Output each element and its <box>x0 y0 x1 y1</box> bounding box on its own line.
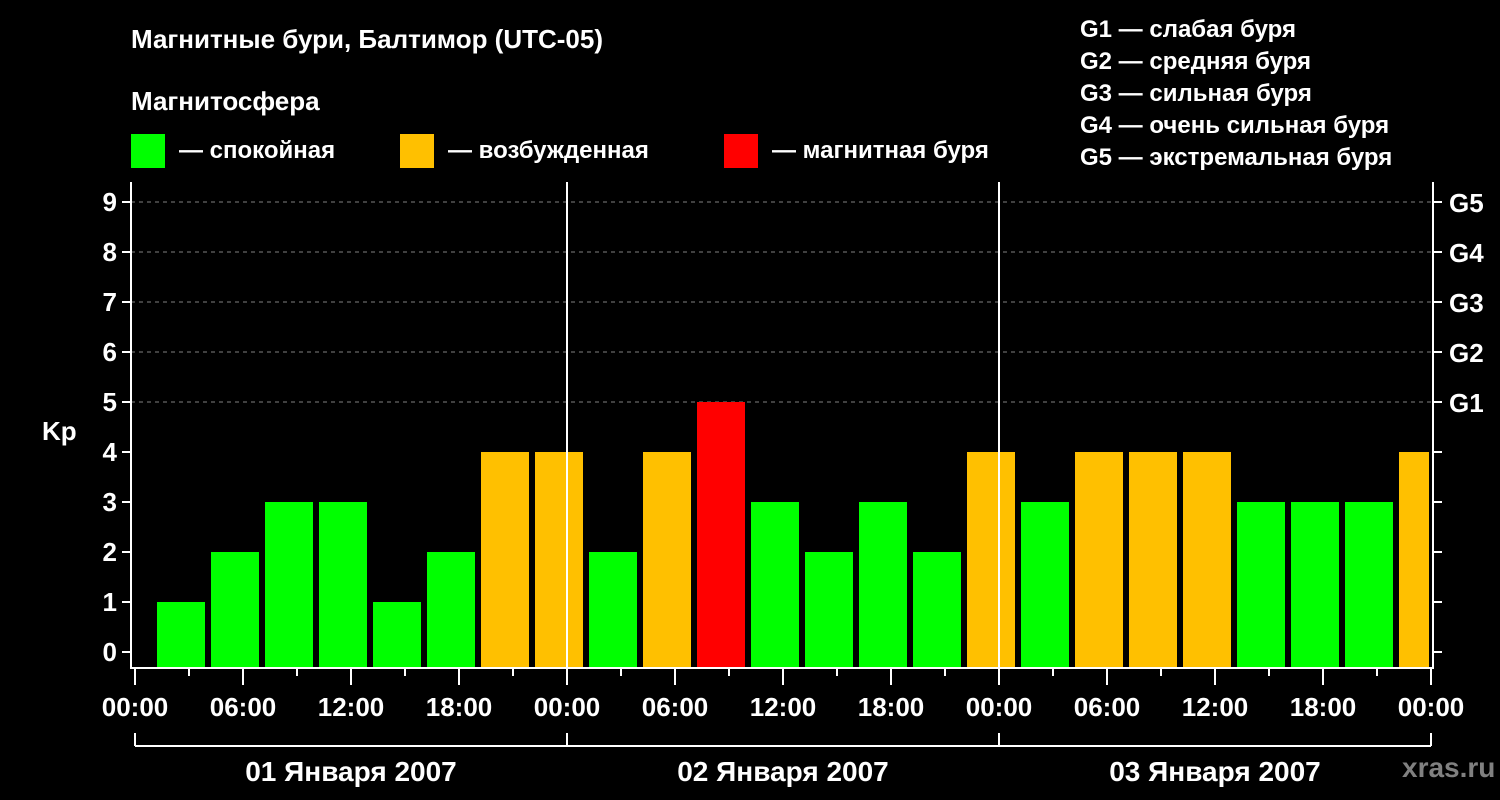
kp-bar <box>1291 502 1339 667</box>
y-tick-label: 5 <box>103 387 117 417</box>
x-tick-label: 00:00 <box>102 692 169 722</box>
kp-bar <box>1129 452 1177 667</box>
y-tick-label: 2 <box>103 537 117 567</box>
y-tick-label: 7 <box>103 287 117 317</box>
x-tick-label: 00:00 <box>1398 692 1465 722</box>
watermark: xras.ru <box>1402 752 1496 783</box>
kp-bar <box>373 602 421 667</box>
g-level-label: G2 <box>1449 338 1484 368</box>
kp-bar <box>427 552 475 667</box>
kp-bar <box>589 552 637 667</box>
g-level-label: G3 <box>1449 288 1484 318</box>
y-tick-label: 9 <box>103 187 117 217</box>
kp-chart: 0 1 2 3 4 5 6 7 8 9 G1 G2 G3 G4 G5 Kp 00:00 06:00 12:00 18:… <box>42 182 1484 787</box>
g-level-label: G4 <box>1449 238 1484 268</box>
kp-bar <box>967 452 1015 667</box>
kp-bar <box>1237 502 1285 667</box>
y-tick-label: 6 <box>103 337 117 367</box>
x-tick-label: 06:00 <box>642 692 709 722</box>
kp-bar <box>1075 452 1123 667</box>
kp-bar <box>1021 502 1069 667</box>
x-tick-label: 00:00 <box>534 692 601 722</box>
kp-bar <box>751 502 799 667</box>
day-label: 02 Января 2007 <box>677 756 889 787</box>
kp-bar <box>913 552 961 667</box>
x-tick-label: 12:00 <box>318 692 385 722</box>
x-tick-label: 06:00 <box>1074 692 1141 722</box>
x-tick-label: 18:00 <box>1290 692 1357 722</box>
x-tick-label: 12:00 <box>750 692 817 722</box>
kp-bar <box>1183 452 1231 667</box>
x-tick-label: 12:00 <box>1182 692 1249 722</box>
y-tick-label: 0 <box>103 637 117 667</box>
kp-bar <box>697 402 745 667</box>
kp-bar <box>481 452 529 667</box>
kp-bar <box>859 502 907 667</box>
day-label: 01 Января 2007 <box>245 756 457 787</box>
kp-bar <box>643 452 691 667</box>
kp-bar <box>319 502 367 667</box>
kp-bar <box>1399 452 1429 667</box>
day-label: 03 Января 2007 <box>1109 756 1321 787</box>
y-axis-label: Kp <box>42 416 77 446</box>
kp-bar <box>535 452 583 667</box>
y-tick-label: 4 <box>103 437 118 467</box>
y-tick-label: 8 <box>103 237 117 267</box>
kp-bar <box>211 552 259 667</box>
kp-bar <box>805 552 853 667</box>
g-level-label: G1 <box>1449 388 1484 418</box>
kp-bar <box>265 502 313 667</box>
x-tick-label: 06:00 <box>210 692 277 722</box>
g-level-label: G5 <box>1449 188 1484 218</box>
kp-bar <box>1345 502 1393 667</box>
y-tick-label: 1 <box>103 587 117 617</box>
x-tick-label: 18:00 <box>858 692 925 722</box>
x-tick-label: 18:00 <box>426 692 493 722</box>
kp-bar <box>157 602 205 667</box>
y-tick-label: 3 <box>103 487 117 517</box>
x-tick-label: 00:00 <box>966 692 1033 722</box>
